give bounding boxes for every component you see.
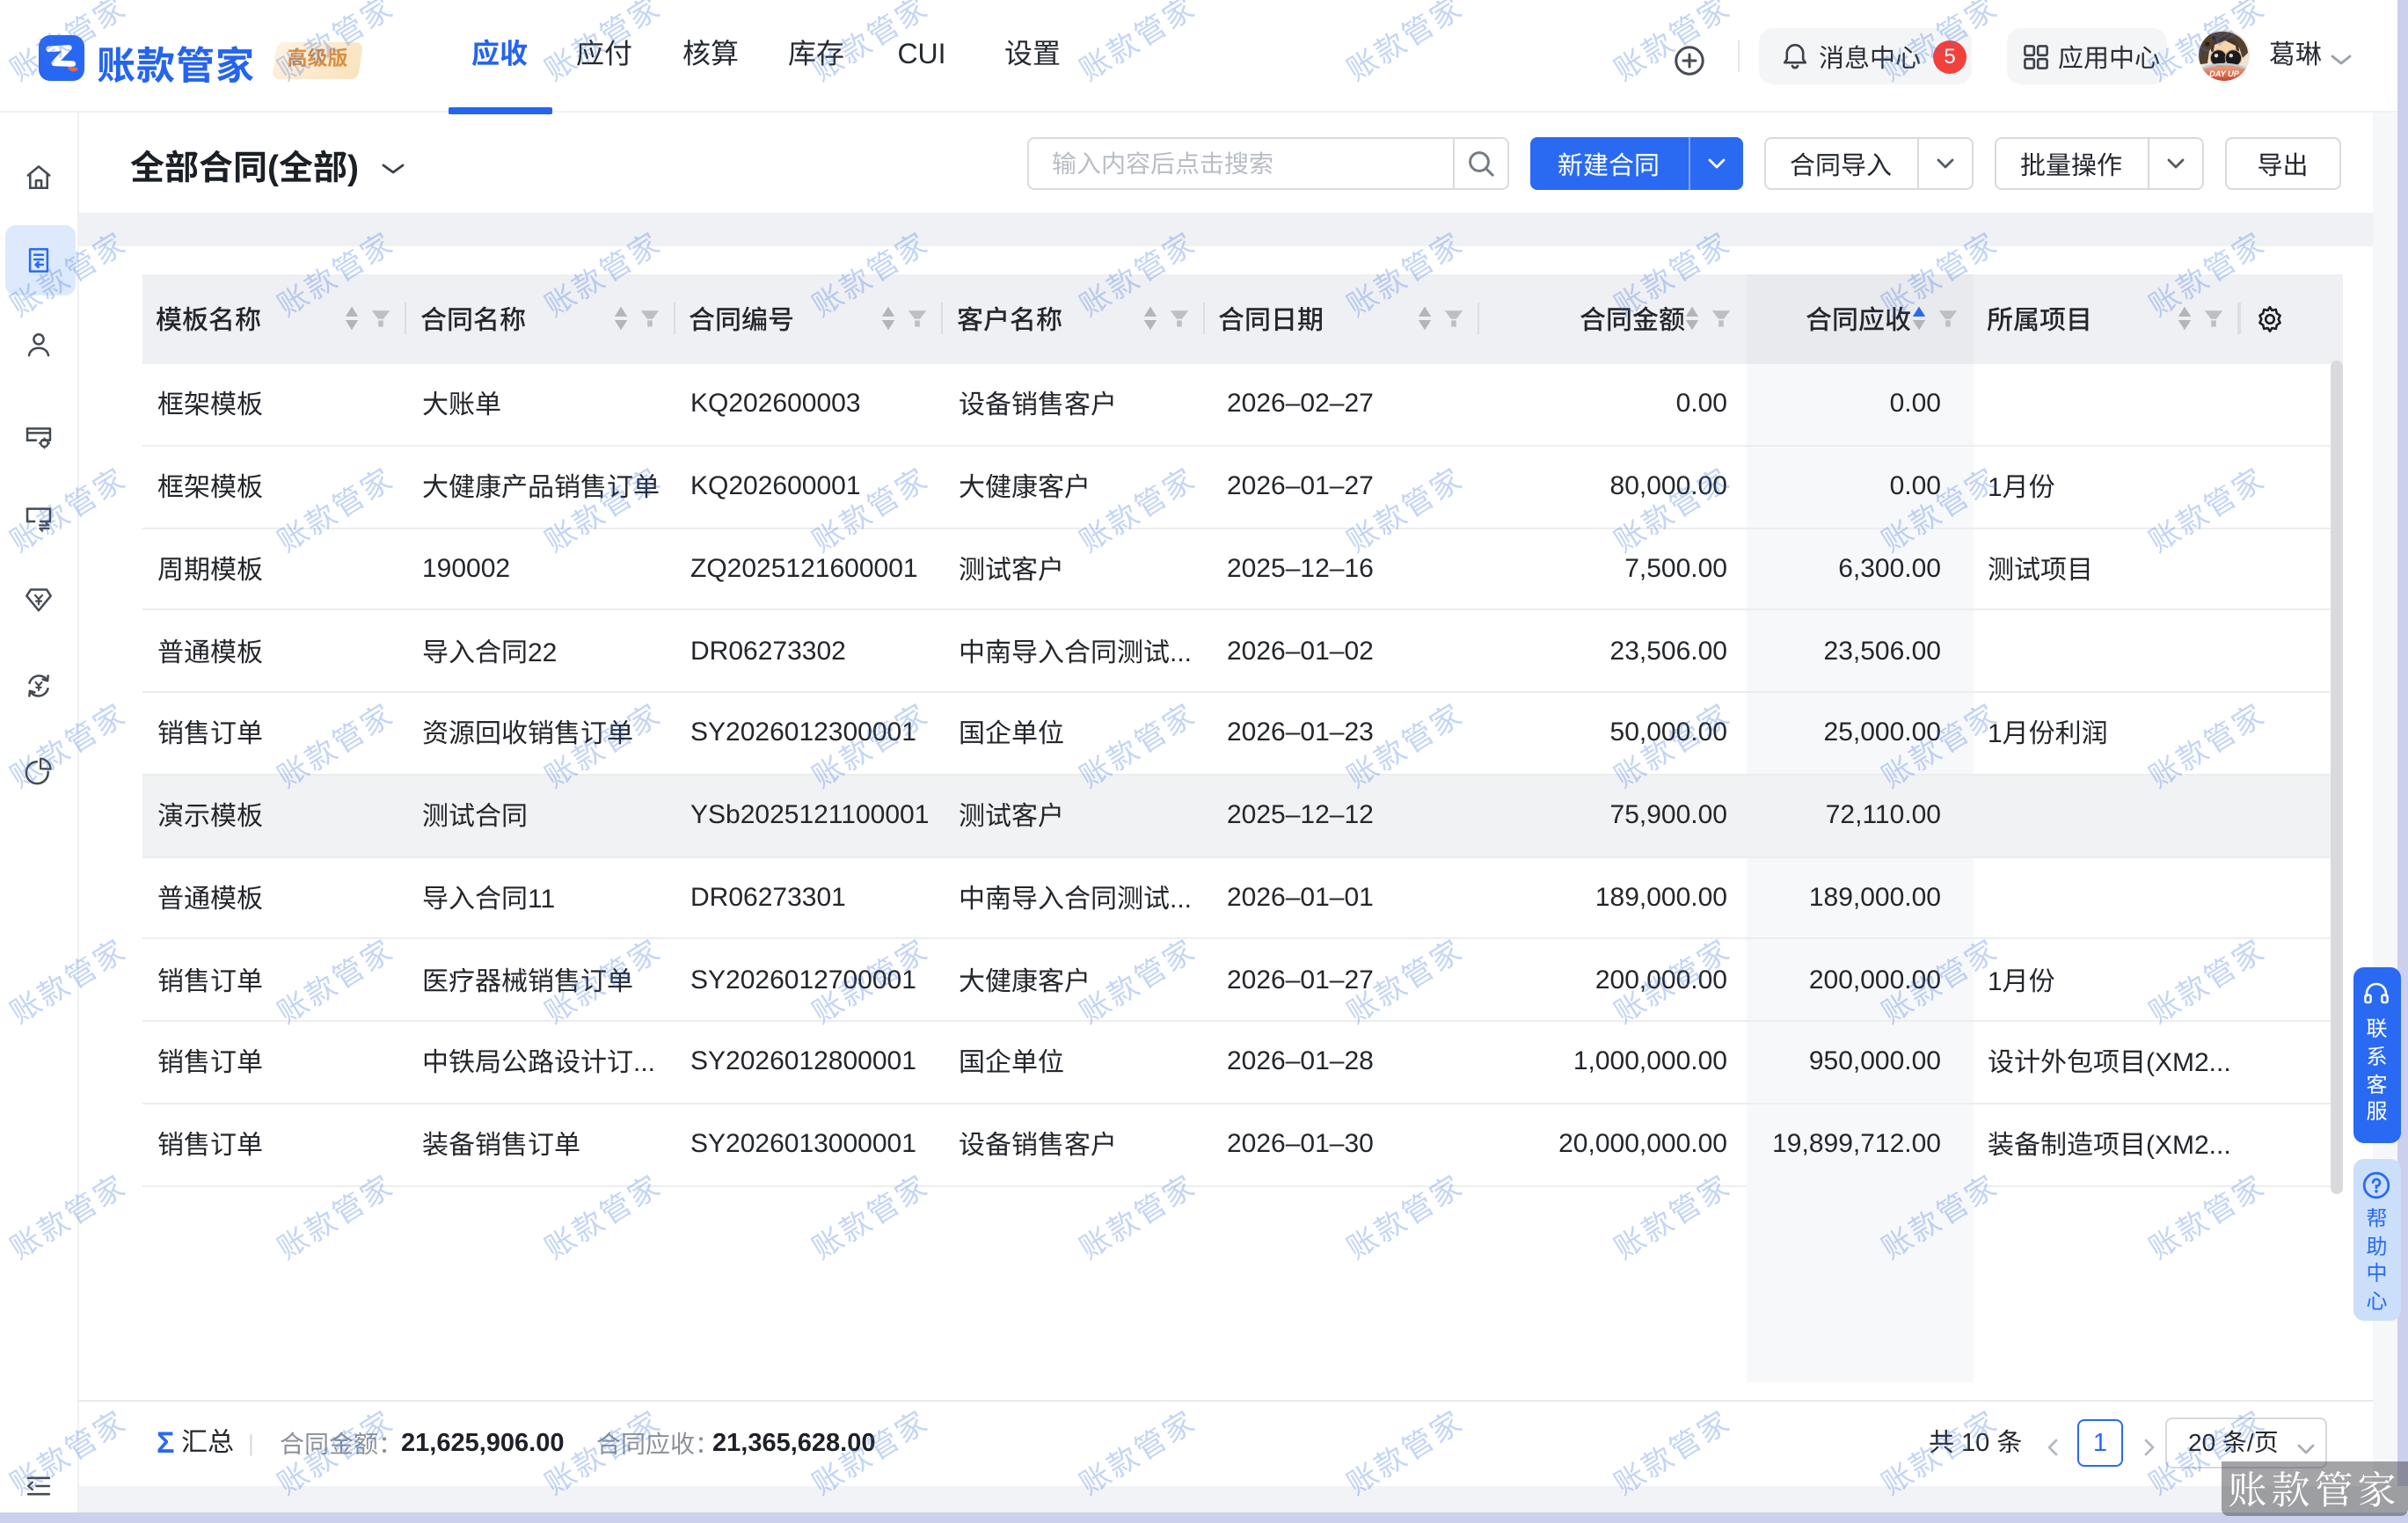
svg-text:DAY UP: DAY UP bbox=[2209, 69, 2240, 78]
